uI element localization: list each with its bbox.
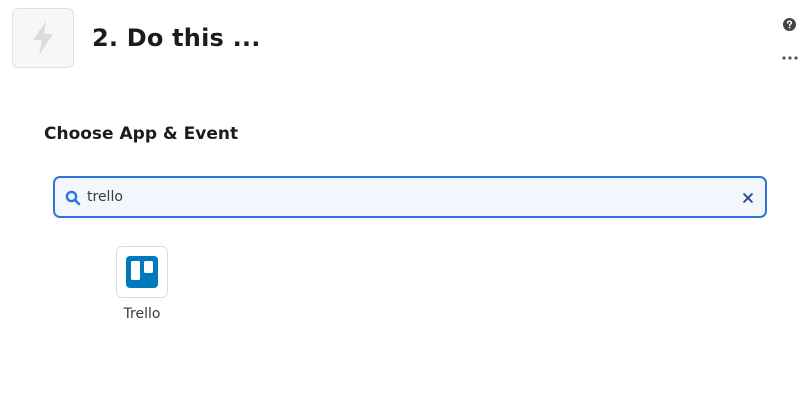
app-tile[interactable] — [116, 246, 168, 298]
question-circle-icon[interactable] — [783, 18, 796, 31]
page: 2. Do this ... Choose App & Event trello… — [0, 0, 810, 414]
search-input[interactable] — [87, 185, 727, 209]
app-result-trello[interactable]: Trello — [106, 246, 178, 326]
ellipsis-icon[interactable] — [782, 56, 798, 60]
lightning-bolt-icon — [33, 21, 53, 55]
app-label: Trello — [123, 306, 161, 322]
step-icon-container — [12, 8, 74, 68]
section-heading: Choose App & Event — [44, 124, 239, 144]
search-icon — [65, 190, 81, 206]
close-icon[interactable] — [743, 193, 753, 203]
app-search-box[interactable] — [53, 176, 767, 218]
step-title: 2. Do this ... — [92, 24, 261, 52]
trello-icon — [126, 256, 158, 288]
